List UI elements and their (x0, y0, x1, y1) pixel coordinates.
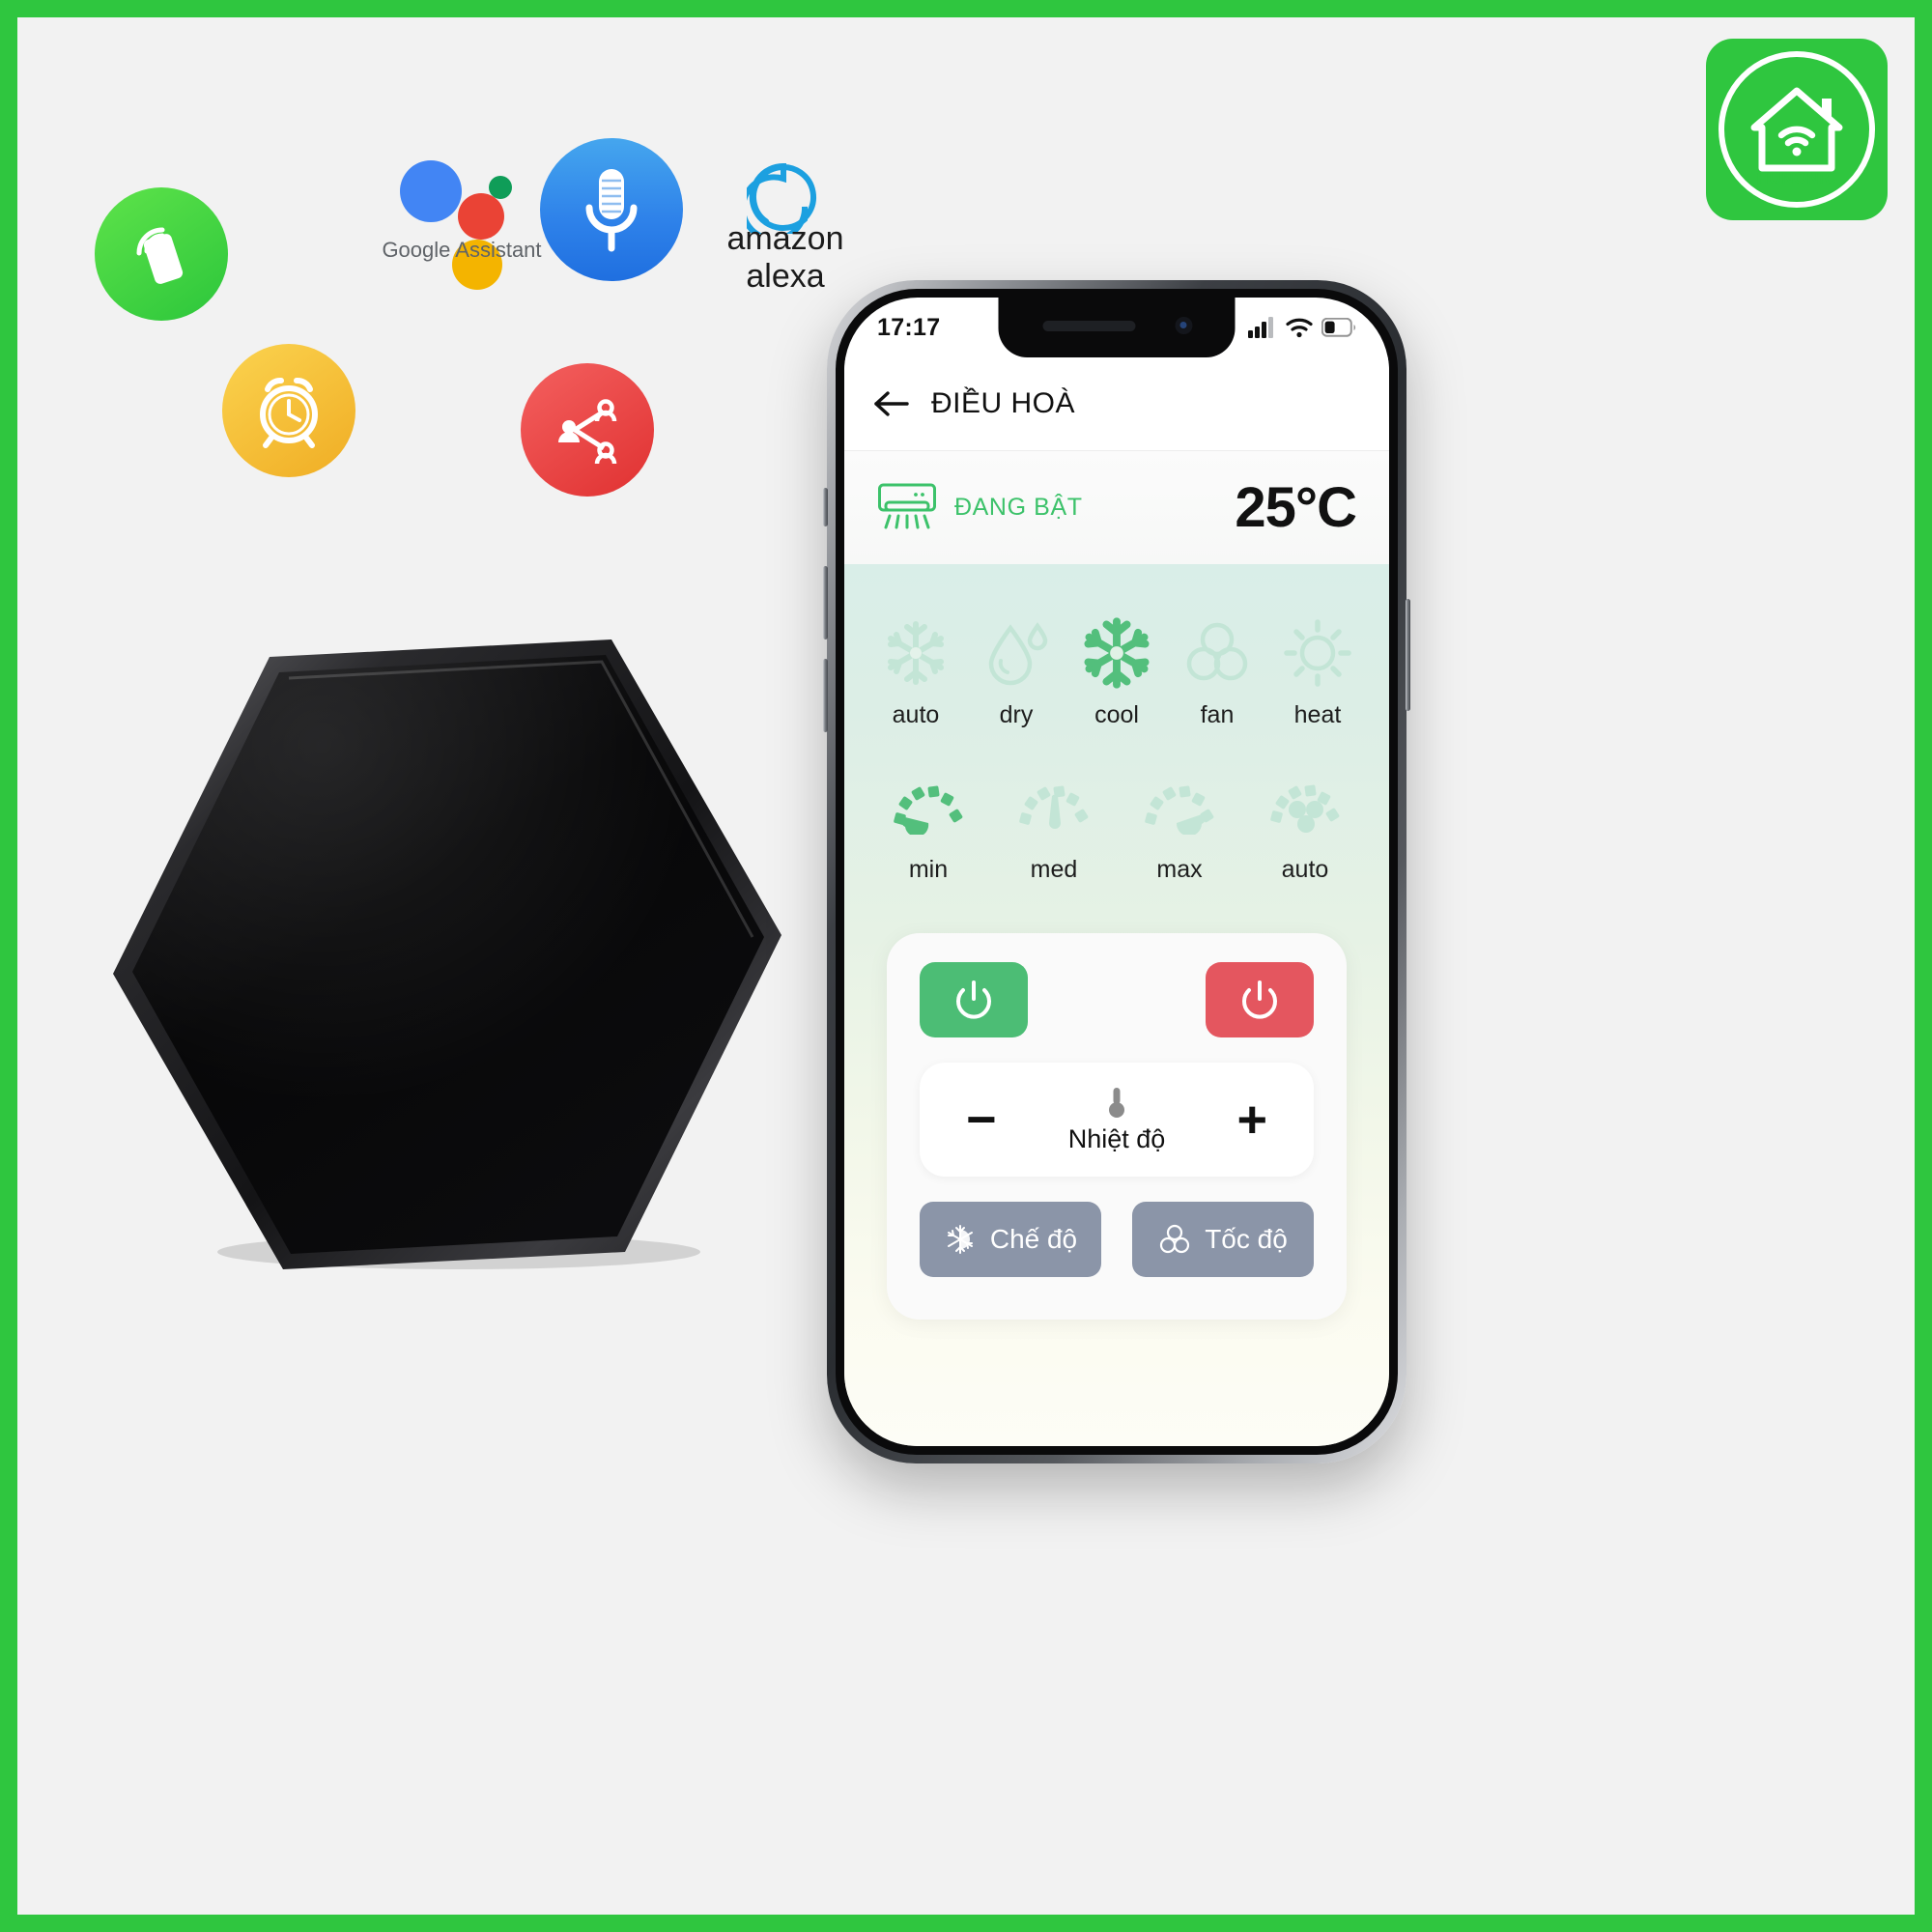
phone-notch (998, 298, 1236, 357)
mode-label: dry (999, 701, 1034, 728)
status-time: 17:17 (877, 313, 941, 341)
fan-blades-icon (1182, 614, 1252, 692)
current-temperature: 25°C (1235, 476, 1357, 539)
mode-button[interactable]: Chế độ (920, 1202, 1101, 1277)
logo-ring: HUNONIC (1719, 51, 1875, 208)
water-drop-icon (981, 614, 1051, 692)
mode-snow-sun-icon (944, 1223, 977, 1256)
page-title: ĐIỀU HOÀ (931, 387, 1076, 419)
voice-assistant-badge (540, 138, 683, 281)
mode-label: heat (1293, 701, 1342, 728)
mode-button-label: Chế độ (989, 1224, 1078, 1254)
gauge-mid-icon (1017, 769, 1091, 846)
temperature-decrease-button[interactable]: − (966, 1094, 997, 1146)
volume-down-button[interactable] (823, 659, 828, 732)
temperature-increase-button[interactable]: + (1236, 1094, 1267, 1146)
green-border-frame: HUNONIC Google Assistant amazon alexa 17… (0, 0, 1932, 1932)
mode-label: cool (1094, 701, 1139, 728)
power-off-button[interactable] (1206, 962, 1314, 1037)
temperature-label: Nhiệt độ (1067, 1123, 1166, 1153)
snowflake-icon (881, 614, 951, 692)
mode-label: auto (892, 701, 940, 728)
mode-speed-button-row: Chế độ Tốc độ (920, 1202, 1314, 1277)
microphone-icon (585, 169, 638, 252)
phone-screen: 17:17 ĐIỀU HOÀ ĐANG BẬT 25°C auto dry co… (844, 298, 1389, 1446)
mode-option-heat[interactable]: heat (1267, 614, 1368, 729)
gauge-low-icon (892, 769, 965, 846)
temperature-stepper: − Nhiệt độ + (920, 1063, 1314, 1177)
snowflake-icon (1080, 614, 1153, 692)
smartphone-mockup: 17:17 ĐIỀU HOÀ ĐANG BẬT 25°C auto dry co… (823, 280, 1410, 1463)
fan-speed-row: min med max auto (844, 769, 1389, 884)
mode-option-auto[interactable]: auto (866, 614, 966, 729)
mode-option-cool[interactable]: cool (1066, 614, 1167, 729)
speed-button-label: Tốc độ (1205, 1224, 1288, 1254)
speed-label: med (1030, 856, 1078, 883)
gauge-high-icon (1143, 769, 1216, 846)
back-arrow-icon[interactable] (873, 390, 910, 417)
device-state-text: ĐANG BẬT (954, 494, 1083, 521)
logo-wordmark: HUNONIC (1756, 169, 1837, 187)
power-button-row (920, 962, 1314, 1037)
control-card: − Nhiệt độ + Chế độ Tốc độ (887, 933, 1347, 1320)
alarm-clock-icon (222, 344, 355, 477)
mode-row: auto dry cool fan heat (844, 614, 1389, 729)
google-assistant-icon (383, 145, 537, 290)
alexa-label: amazon alexa (726, 220, 844, 295)
thermometer-icon (1107, 1086, 1126, 1121)
phone-bezel: 17:17 ĐIỀU HOÀ ĐANG BẬT 25°C auto dry co… (836, 289, 1398, 1455)
battery-icon (1321, 318, 1356, 337)
app-bar: ĐIỀU HOÀ (844, 357, 1389, 450)
power-icon (1242, 980, 1277, 1019)
speed-button[interactable]: Tốc độ (1132, 1202, 1314, 1277)
power-icon (956, 980, 991, 1019)
power-button-side[interactable] (1406, 599, 1410, 711)
wifi-icon (1286, 318, 1313, 338)
google-assistant-label: Google Assistant (382, 238, 542, 262)
front-camera (1175, 317, 1193, 334)
speed-label: max (1156, 856, 1203, 883)
speed-label: auto (1281, 856, 1329, 883)
fan-blades-icon (1158, 1223, 1191, 1256)
gauge-fan-icon (1268, 769, 1342, 846)
speed-option-auto[interactable]: auto (1255, 769, 1355, 884)
mode-label: fan (1200, 701, 1235, 728)
speed-option-med[interactable]: med (1004, 769, 1104, 884)
app-body: auto dry cool fan heat min med max auto … (844, 564, 1389, 1446)
remote-control-icon (95, 187, 228, 321)
volume-up-button[interactable] (823, 566, 828, 639)
device-status-panel: ĐANG BẬT 25°C (844, 450, 1389, 564)
temperature-label-group: Nhiệt độ (1067, 1086, 1166, 1154)
earpiece-speaker (1042, 321, 1136, 331)
speed-option-max[interactable]: max (1129, 769, 1230, 884)
hunonic-logo: HUNONIC (1706, 39, 1888, 220)
air-conditioner-icon (877, 482, 937, 534)
mode-option-dry[interactable]: dry (966, 614, 1066, 729)
power-on-button[interactable] (920, 962, 1028, 1037)
poster-canvas: HUNONIC Google Assistant amazon alexa 17… (17, 17, 1915, 1915)
share-users-icon (521, 363, 654, 497)
hexagon-ir-hub (99, 626, 795, 1273)
mode-option-fan[interactable]: fan (1167, 614, 1267, 729)
sun-icon (1283, 614, 1352, 692)
speed-option-min[interactable]: min (878, 769, 979, 884)
house-wifi-icon (1747, 85, 1847, 174)
cellular-signal-icon (1248, 317, 1273, 338)
mute-switch[interactable] (823, 488, 828, 526)
speed-label: min (908, 856, 949, 883)
